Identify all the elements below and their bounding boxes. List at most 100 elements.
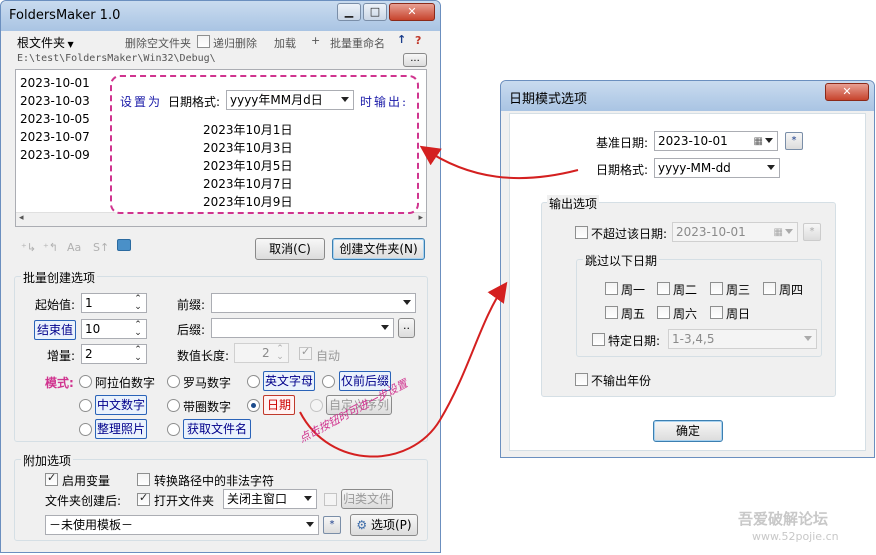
suffix-combo[interactable] <box>211 318 394 338</box>
chevron-down-icon <box>785 229 793 234</box>
close-button[interactable]: ✕ <box>389 3 435 21</box>
skip-thursday-checkbox[interactable] <box>763 282 776 295</box>
start-value-input[interactable]: 1 ⌃ ⌄ <box>81 293 147 313</box>
convert-illegal-checkbox[interactable] <box>137 473 150 486</box>
mode-filenames-radio[interactable] <box>167 423 180 436</box>
mode-custom-radio[interactable] <box>310 399 323 412</box>
suffix-more-button[interactable]: .. <box>398 318 415 338</box>
dialog-ok-button[interactable]: 确定 <box>653 420 723 442</box>
organize-photos-button[interactable]: 整理照片 <box>95 419 147 439</box>
prefix-combo[interactable] <box>211 293 416 313</box>
mode-roman-label[interactable]: 罗马数字 <box>183 374 231 391</box>
recursive-delete-label: 递归删除 <box>213 37 257 50</box>
font-case-icon[interactable]: Aa <box>67 241 81 254</box>
list-item[interactable]: 2023-10-01 <box>20 76 90 90</box>
spinner-icon[interactable]: ⌃ ⌄ <box>133 295 143 312</box>
prefix-label: 前缀: <box>177 298 206 312</box>
mode-chinese-radio[interactable] <box>79 399 92 412</box>
menu-help[interactable]: ? <box>415 34 421 47</box>
mode-english-radio[interactable] <box>247 375 260 388</box>
auto-length-checkbox[interactable] <box>299 345 312 360</box>
chevron-down-icon <box>804 336 812 341</box>
open-folder-checkbox[interactable] <box>137 491 150 506</box>
step-input[interactable]: 2 ⌃ ⌄ <box>81 344 147 364</box>
recursive-delete-checkbox[interactable] <box>197 35 210 48</box>
end-value-button[interactable]: 结束值 <box>34 320 76 340</box>
calendar-icon[interactable]: ▦ <box>754 133 763 151</box>
annotation-set-as: 设置为 <box>120 95 163 109</box>
mode-circled-radio[interactable] <box>167 399 180 412</box>
classify-files-button[interactable]: 归类文件 <box>341 489 393 509</box>
mode-prefix-suffix-radio[interactable] <box>322 375 335 388</box>
dialog-close-button[interactable]: ✕ <box>825 83 869 101</box>
template-combo[interactable]: －未使用模板－ <box>45 515 319 535</box>
not-exceed-date[interactable]: 2023-10-01 ▦ <box>672 222 798 242</box>
template-star-button[interactable]: * <box>323 516 341 534</box>
not-exceed-checkbox[interactable] <box>575 226 588 239</box>
skip-thursday-label: 周四 <box>779 283 804 297</box>
sort-text-icon[interactable]: S↑ <box>93 241 109 254</box>
list-item[interactable]: 2023-10-05 <box>20 112 90 126</box>
skip-friday-checkbox[interactable] <box>605 306 618 319</box>
menu-batch-rename[interactable]: 批量重命名 <box>330 35 385 51</box>
minimize-button[interactable]: ▁ <box>337 3 361 21</box>
menu-plus[interactable]: + <box>311 34 320 47</box>
folder-picture-icon[interactable] <box>117 239 131 251</box>
list-item[interactable]: 2023-10-03 <box>20 94 90 108</box>
skip-monday-checkbox[interactable] <box>605 282 618 295</box>
menu-load[interactable]: 加载 <box>274 35 296 51</box>
main-window: FoldersMaker 1.0 ▁ □ ✕ 根文件夹 ▼ 删除空文件夹 递归删… <box>0 0 441 553</box>
list-item[interactable]: 2023-10-09 <box>20 148 90 162</box>
skip-wednesday-checkbox[interactable] <box>710 282 723 295</box>
mode-arabic-radio[interactable] <box>79 375 92 388</box>
create-folders-button[interactable]: 创建文件夹(N) <box>332 238 425 260</box>
mode-date-radio[interactable] <box>247 399 260 412</box>
outdent-icon[interactable]: ⁺↰ <box>43 241 58 254</box>
enable-variables-checkbox[interactable] <box>45 471 58 486</box>
get-filenames-button[interactable]: 获取文件名 <box>183 419 251 439</box>
mode-arabic-label[interactable]: 阿拉伯数字 <box>95 374 155 391</box>
skip-tuesday-checkbox[interactable] <box>657 282 670 295</box>
mode-label: 模式: <box>45 376 74 390</box>
spinner-icon[interactable]: ⌃ ⌄ <box>133 321 143 338</box>
mode-circled-label[interactable]: 带圈数字 <box>183 398 231 415</box>
list-item[interactable]: 2023-10-07 <box>20 130 90 144</box>
chevron-down-icon <box>403 300 411 305</box>
indent-icon[interactable]: ⁺↳ <box>21 241 36 254</box>
menu-root-folder[interactable]: 根文件夹 ▼ <box>17 34 74 51</box>
mode-chinese-button[interactable]: 中文数字 <box>95 395 147 415</box>
options-button[interactable]: ⚙ 选项(P) <box>350 514 418 536</box>
no-year-checkbox[interactable] <box>575 373 588 386</box>
cancel-button[interactable]: 取消(C) <box>255 238 325 260</box>
mode-english-button[interactable]: 英文字母 <box>263 371 315 391</box>
scroll-left-icon[interactable]: ◂ <box>19 213 24 223</box>
scroll-right-icon[interactable]: ▸ <box>418 213 423 223</box>
classify-files-checkbox[interactable] <box>324 493 337 506</box>
browse-path-button[interactable]: ... <box>403 53 427 67</box>
specific-date-combo[interactable]: 1-3,4,5 <box>668 329 817 349</box>
skip-dates-title: 跳过以下日期 <box>583 252 660 269</box>
format-combo[interactable]: yyyy-MM-dd <box>654 158 780 178</box>
specific-date-checkbox[interactable] <box>592 333 605 346</box>
maximize-button[interactable]: □ <box>363 3 387 21</box>
number-length-input[interactable]: 2 ⌃ ⌄ <box>234 343 289 363</box>
mode-roman-radio[interactable] <box>167 375 180 388</box>
chevron-down-icon <box>765 138 773 143</box>
skip-saturday-checkbox[interactable] <box>657 306 670 319</box>
mode-date-button[interactable]: 日期 <box>263 395 295 415</box>
base-date-star-button[interactable]: * <box>785 132 803 150</box>
calendar-icon[interactable]: ▦ <box>774 224 783 242</box>
skip-tuesday-label: 周二 <box>673 283 698 297</box>
mode-photos-radio[interactable] <box>79 423 92 436</box>
base-date-picker[interactable]: 2023-10-01 ▦ <box>654 131 778 151</box>
menu-delete-empty[interactable]: 删除空文件夹 <box>125 35 191 51</box>
close-main-combo[interactable]: 关闭主窗口 <box>223 489 317 509</box>
end-value-input[interactable]: 10 ⌃ ⌄ <box>81 319 147 339</box>
horizontal-scrollbar[interactable]: ◂ ▸ <box>16 212 426 226</box>
spinner-icon[interactable]: ⌃ ⌄ <box>133 346 143 363</box>
spinner-icon[interactable]: ⌃ ⌄ <box>275 345 285 362</box>
menu-up[interactable]: ↑ <box>397 33 406 46</box>
enable-variables-label: 启用变量 <box>62 474 111 488</box>
not-exceed-star-button[interactable]: * <box>803 223 821 241</box>
skip-sunday-checkbox[interactable] <box>710 306 723 319</box>
